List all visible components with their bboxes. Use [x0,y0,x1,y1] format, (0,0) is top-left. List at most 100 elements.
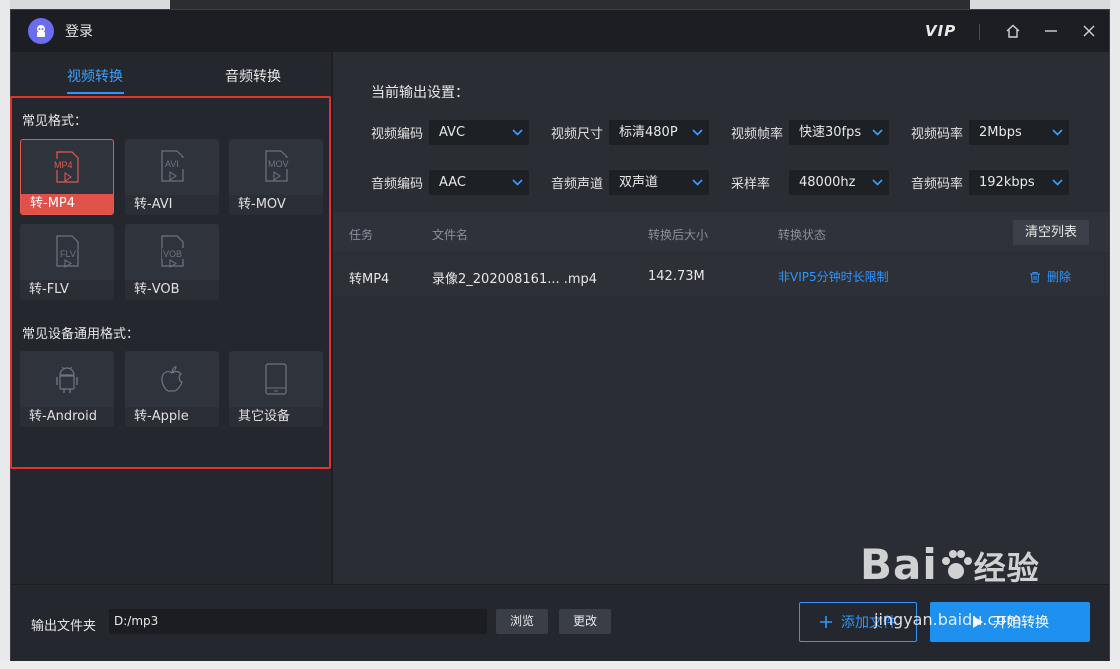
tab-video-convert[interactable]: 视频转换 [67,66,123,86]
setting-label: 音频声道 [551,177,604,192]
select-value: 双声道 [619,175,659,190]
mp4-file-icon: MP4 [21,140,113,196]
select-value: 192kbps [979,175,1035,190]
video-size-select[interactable]: 标清480P [609,120,709,145]
flv-file-icon: FLV [20,224,114,280]
minimize-icon[interactable] [1041,21,1061,41]
video-bitrate-setting: 视频码率 2Mbps [911,120,1069,145]
vip-button[interactable]: VIP [925,22,956,40]
setting-label: 视频码率 [911,127,964,142]
apple-icon [125,351,219,407]
vob-file-icon: VOB [125,224,219,280]
svg-text:AVI: AVI [165,159,179,169]
format-card-label: 转-FLV [20,280,114,300]
device-card-label: 其它设备 [229,407,323,427]
titlebar-divider [979,24,980,40]
android-icon [20,351,114,407]
chevron-down-icon [512,129,523,136]
device-card-label: 转-Apple [125,407,219,427]
task-table-header: 任务 文件名 转换后大小 转换状态 清空列表 [333,212,1109,252]
paw-icon [938,547,974,583]
avi-file-icon: AVI [125,139,219,195]
select-value: AAC [439,175,466,190]
audio-channel-setting: 音频声道 双声道 [551,170,709,195]
video-codec-setting: 视频编码 AVC [371,120,529,145]
output-folder-input[interactable]: D:/mp3 [109,609,487,634]
audio-channel-select[interactable]: 双声道 [609,170,709,195]
home-icon[interactable] [1003,21,1023,41]
select-value: 2Mbps [979,125,1022,140]
format-card-label: 转-MP4 [21,194,113,214]
format-card-mov[interactable]: MOV 转-MOV [229,139,323,215]
clear-list-button[interactable]: 清空列表 [1013,220,1089,245]
audio-codec-setting: 音频编码 AAC [371,170,529,195]
video-bitrate-select[interactable]: 2Mbps [969,120,1069,145]
chevron-down-icon [512,179,523,186]
video-fps-select[interactable]: 快速30fps [789,120,889,145]
size-cell: 142.73M [648,269,705,284]
select-value: AVC [439,125,466,140]
close-icon[interactable] [1079,21,1099,41]
column-header-size: 转换后大小 [648,228,709,242]
baidu-watermark: Bai 经验 jingyan.baidu.com [860,540,1040,629]
format-card-mp4[interactable]: MP4 转-MP4 [20,139,114,215]
column-header-status: 转换状态 [778,228,827,242]
delete-button[interactable]: 删除 [1029,268,1071,285]
format-panel: 视频转换 音频转换 常见格式： MP4 转-MP4 AVI 转-AVI MOV … [10,52,331,584]
audio-bitrate-select[interactable]: 192kbps [969,170,1069,195]
setting-label: 视频尺寸 [551,127,604,142]
watermark-suffix: 经验 [973,549,1040,587]
device-card-other[interactable]: 其它设备 [229,351,323,427]
sample-rate-select[interactable]: 48000hz [789,170,889,195]
output-settings-title: 当前输出设置： [371,85,469,101]
svg-text:VOB: VOB [163,249,182,259]
common-formats-title: 常见格式： [22,114,88,129]
format-highlight-box: 常见格式： MP4 转-MP4 AVI 转-AVI MOV 转-MOV FLV … [10,96,331,469]
conversion-tabs: 视频转换 音频转换 [11,52,331,96]
change-button[interactable]: 更改 [559,609,611,634]
device-card-apple[interactable]: 转-Apple [125,351,219,427]
mov-file-icon: MOV [229,139,323,195]
format-card-label: 转-VOB [125,280,219,300]
background-left-edge [0,0,10,669]
background-bottom-edge [0,660,1120,669]
format-card-flv[interactable]: FLV 转-FLV [20,224,114,300]
device-formats-title: 常见设备通用格式： [22,327,140,342]
audio-codec-select[interactable]: AAC [429,170,529,195]
login-link[interactable]: 登录 [65,21,93,41]
chevron-down-icon [1052,179,1063,186]
delete-label: 删除 [1047,270,1072,284]
browse-button[interactable]: 浏览 [496,609,548,634]
svg-text:MOV: MOV [268,159,289,169]
column-header-task: 任务 [349,228,374,242]
sample-rate-setting: 采样率 48000hz [731,170,889,195]
plus-icon [820,616,832,628]
app-logo-icon[interactable] [28,18,54,44]
select-value: 快速30fps [799,125,862,140]
setting-label: 音频码率 [911,177,964,192]
active-tab-underline [67,92,124,94]
audio-bitrate-setting: 音频码率 192kbps [911,170,1069,195]
select-value: 48000hz [799,175,856,190]
status-link[interactable]: 非VIP5分钟时长限制 [778,268,889,285]
format-card-label: 转-AVI [125,195,219,215]
chevron-down-icon [692,179,703,186]
background-right-edge [1110,0,1120,669]
setting-label: 视频编码 [371,127,424,142]
format-card-vob[interactable]: VOB 转-VOB [125,224,219,300]
setting-label: 视频帧率 [731,127,784,142]
title-bar: 登录 VIP [11,10,1109,52]
video-codec-select[interactable]: AVC [429,120,529,145]
device-card-android[interactable]: 转-Android [20,351,114,427]
svg-text:FLV: FLV [60,249,76,259]
video-fps-setting: 视频帧率 快速30fps [731,120,889,145]
tab-audio-convert[interactable]: 音频转换 [225,66,281,86]
setting-label: 采样率 [731,177,771,192]
watermark-url: jingyan.baidu.com [874,610,1022,629]
settings-panel: 当前输出设置： 视频编码 AVC 视频尺寸 标清480P 视频帧率 快速30fp… [333,52,1109,584]
filename-cell: 录像2_202008161... .mp4 [432,272,598,287]
format-card-avi[interactable]: AVI 转-AVI [125,139,219,215]
table-row[interactable]: 转MP4 录像2_202008161... .mp4 142.73M 非VIP5… [333,254,1109,296]
phone-icon [229,351,323,407]
mp4-icon-text: MP4 [54,160,73,170]
